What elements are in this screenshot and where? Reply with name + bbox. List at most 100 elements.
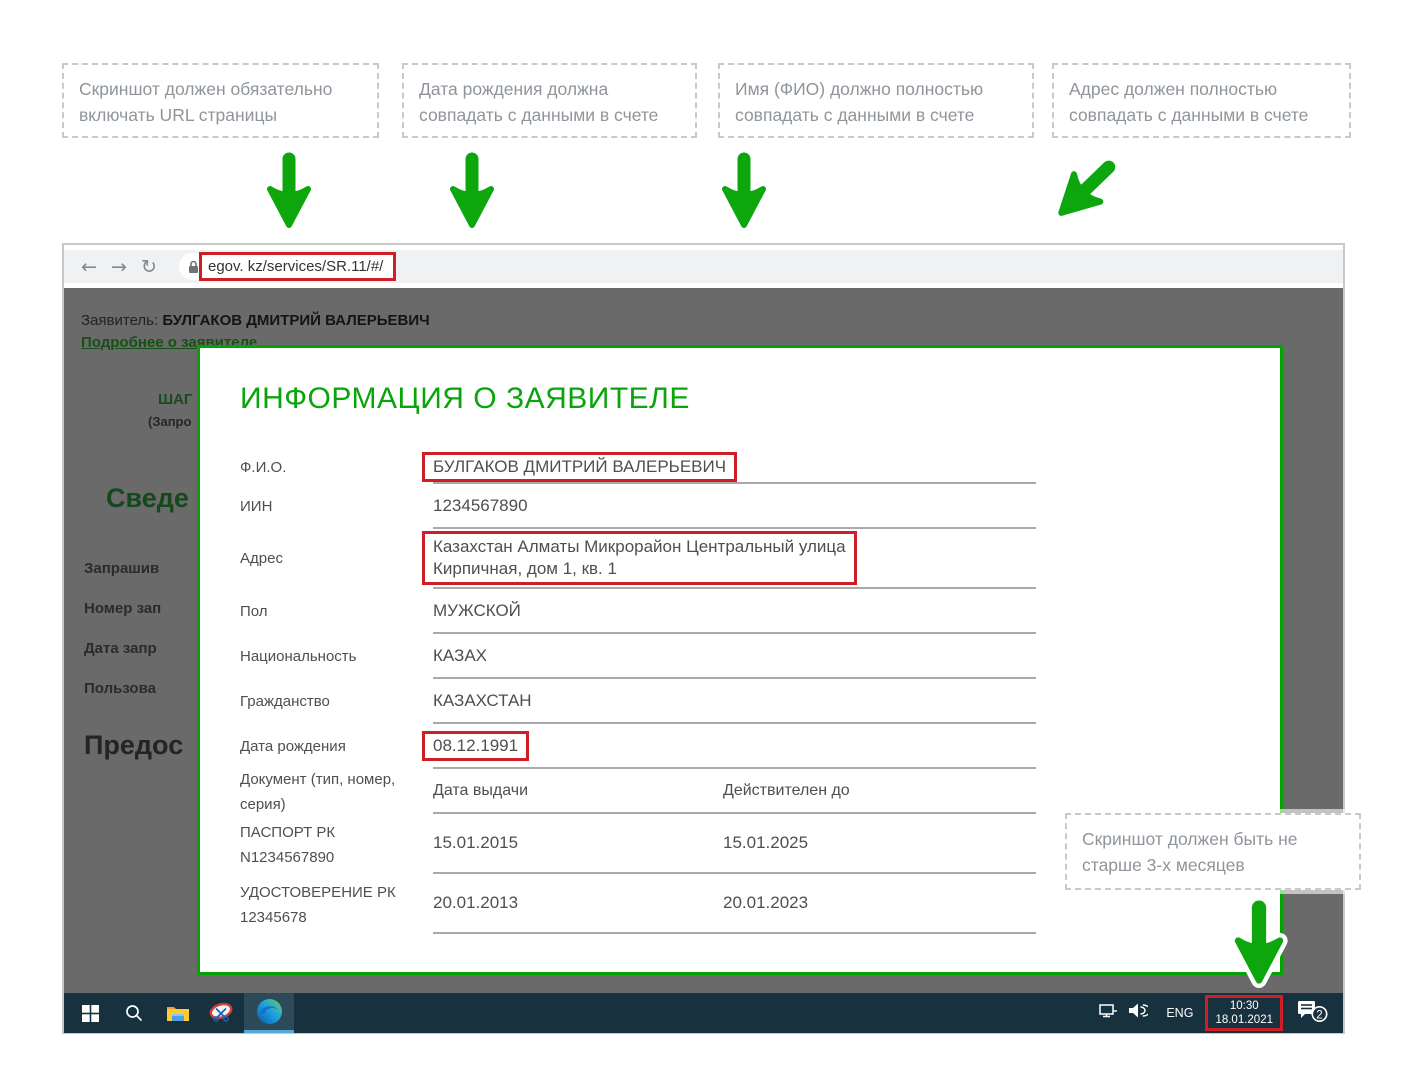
document-name: ПАСПОРТ РК bbox=[240, 824, 335, 841]
reload-icon[interactable]: ↻ bbox=[134, 256, 164, 278]
callout-url-text: Скриншот должен обязательно включать URL… bbox=[79, 79, 332, 125]
start-icon bbox=[82, 1005, 99, 1022]
edge-browser-button[interactable] bbox=[244, 993, 294, 1033]
network-tray-button[interactable] bbox=[1099, 1003, 1118, 1024]
applicant-line: Заявитель: БУЛГАКОВ ДМИТРИЙ ВАЛЕРЬЕВИЧ bbox=[81, 312, 430, 329]
volume-tray-button[interactable] bbox=[1128, 1002, 1148, 1024]
bg-row-label: Дата запр bbox=[84, 640, 157, 657]
document-number: N1234567890 bbox=[240, 849, 334, 866]
birthdate-highlight-box: 08.12.1991 bbox=[422, 731, 529, 761]
callout-address-requirement: Адрес должен полностью совпадать с данны… bbox=[1052, 63, 1351, 138]
documents-header-row: Документ (тип, номер, серия) Дата выдачи… bbox=[240, 769, 1036, 814]
callout-age-requirement: Скриншот должен быть не старше 3-х месяц… bbox=[1065, 813, 1361, 890]
tray-date: 18.01.2021 bbox=[1215, 1013, 1273, 1027]
field-label: Национальность bbox=[240, 634, 433, 679]
field-value: 1234567890 bbox=[433, 484, 1036, 529]
search-icon bbox=[125, 1004, 143, 1022]
callout-birthdate-requirement: Дата рождения должна совпадать с данными… bbox=[402, 63, 697, 138]
modal-title: ИНФОРМАЦИЯ О ЗАЯВИТЕЛЕ bbox=[240, 382, 1280, 416]
field-gender: Пол МУЖСКОЙ bbox=[240, 589, 1036, 634]
tray-time: 10:30 bbox=[1215, 999, 1273, 1013]
url-highlight-box: egov. kz/services/SR.11/#/ bbox=[199, 252, 396, 281]
field-label: ИИН bbox=[240, 484, 433, 529]
forward-icon[interactable]: → bbox=[104, 256, 134, 278]
notifications-icon: 2 bbox=[1295, 998, 1329, 1024]
green-diagonal-arrow-icon bbox=[1040, 146, 1130, 235]
edge-icon bbox=[256, 998, 283, 1025]
field-label: Пол bbox=[240, 589, 433, 634]
field-address: Адрес Казахстан Алматы Микрорайон Центра… bbox=[240, 529, 1036, 589]
address-bar[interactable]: egov. kz/services/SR.11/#/ bbox=[179, 253, 397, 280]
lock-icon bbox=[188, 260, 199, 274]
field-label: Гражданство bbox=[240, 679, 433, 724]
bg-step-heading: ШАГ bbox=[158, 391, 192, 408]
document-valid-until: 20.01.2023 bbox=[723, 893, 1036, 913]
notification-count: 2 bbox=[1316, 1009, 1322, 1021]
clock-highlight-box[interactable]: 10:30 18.01.2021 bbox=[1205, 995, 1283, 1031]
field-value: 08.12.1991 bbox=[433, 736, 518, 756]
file-explorer-button[interactable] bbox=[156, 993, 200, 1033]
field-iin: ИИН 1234567890 bbox=[240, 484, 1036, 529]
windows-taskbar: ENG 10:30 18.01.2021 2 bbox=[64, 993, 1343, 1033]
url-text[interactable]: egov. kz/services/SR.11/#/ bbox=[208, 258, 383, 275]
field-label: Адрес bbox=[240, 529, 433, 589]
address-highlight-box: Казахстан Алматы Микрорайон Центральный … bbox=[422, 531, 857, 585]
field-fio: Ф.И.О. БУЛГАКОВ ДМИТРИЙ ВАЛЕРЬЕВИЧ bbox=[240, 452, 1036, 484]
applicant-fields: Ф.И.О. БУЛГАКОВ ДМИТРИЙ ВАЛЕРЬЕВИЧ ИИН 1… bbox=[240, 452, 1036, 934]
annotated-screenshot: Скриншот должен обязательно включать URL… bbox=[0, 0, 1404, 1080]
browser-window: ← → ↻ egov. kz/services/SR.11/#/ Заявите… bbox=[62, 243, 1345, 1034]
system-tray: ENG 10:30 18.01.2021 2 bbox=[1099, 993, 1343, 1033]
field-label: Дата рождения bbox=[240, 724, 433, 769]
callout-name-requirement: Имя (ФИО) должно полностью совпадать с д… bbox=[718, 63, 1034, 138]
field-nationality: Национальность КАЗАХ bbox=[240, 634, 1036, 679]
taskbar-search-button[interactable] bbox=[112, 993, 156, 1033]
applicant-name: БУЛГАКОВ ДМИТРИЙ ВАЛЕРЬЕВИЧ bbox=[162, 312, 429, 329]
language-indicator[interactable]: ENG bbox=[1166, 1006, 1193, 1020]
green-down-arrow-icon bbox=[266, 152, 312, 232]
field-value: МУЖСКОЙ bbox=[433, 589, 1036, 634]
bg-step-note: (Запро bbox=[148, 414, 191, 429]
field-value-line: Кирпичная, дом 1, кв. 1 bbox=[433, 558, 846, 580]
back-icon[interactable]: ← bbox=[74, 256, 104, 278]
document-number: 12345678 bbox=[240, 909, 307, 926]
document-row-id-card: УДОСТОВЕРЕНИЕ РК 12345678 20.01.2013 20.… bbox=[240, 874, 1036, 934]
field-value: КАЗАХСТАН bbox=[433, 679, 1036, 724]
callout-url-requirement: Скриншот должен обязательно включать URL… bbox=[62, 63, 379, 138]
file-explorer-icon bbox=[166, 1004, 190, 1023]
callout-birthdate-text: Дата рождения должна совпадать с данными… bbox=[419, 79, 658, 125]
document-issued: 20.01.2013 bbox=[433, 893, 723, 913]
bg-section-heading-2: Предос bbox=[84, 730, 183, 761]
notifications-button[interactable]: 2 bbox=[1295, 998, 1329, 1029]
field-label: Ф.И.О. bbox=[240, 452, 433, 484]
fio-highlight-box: БУЛГАКОВ ДМИТРИЙ ВАЛЕРЬЕВИЧ bbox=[422, 452, 737, 482]
issue-date-column-header: Дата выдачи bbox=[433, 782, 723, 800]
field-value: БУЛГАКОВ ДМИТРИЙ ВАЛЕРЬЕВИЧ bbox=[433, 457, 726, 477]
callout-age-text: Скриншот должен быть не старше 3-х месяц… bbox=[1082, 829, 1297, 875]
bg-row-label: Номер зап bbox=[84, 600, 161, 617]
document-name: УДОСТОВЕРЕНИЕ РК bbox=[240, 884, 396, 901]
volume-icon bbox=[1128, 1002, 1148, 1019]
field-value: КАЗАХ bbox=[433, 634, 1036, 679]
document-row-passport: ПАСПОРТ РК N1234567890 15.01.2015 15.01.… bbox=[240, 814, 1036, 874]
green-down-arrow-outlined-icon bbox=[1233, 900, 1285, 988]
callout-address-text: Адрес должен полностью совпадать с данны… bbox=[1069, 79, 1308, 125]
snipping-tool-icon bbox=[209, 1002, 235, 1024]
bg-row-label: Запрашив bbox=[84, 560, 159, 577]
applicant-label: Заявитель: bbox=[81, 312, 158, 329]
bg-row-label: Пользова bbox=[84, 680, 156, 697]
start-button[interactable] bbox=[68, 993, 112, 1033]
green-down-arrow-icon bbox=[449, 152, 495, 232]
document-valid-until: 15.01.2025 bbox=[723, 833, 1036, 853]
browser-toolbar: ← → ↻ egov. kz/services/SR.11/#/ bbox=[64, 250, 1343, 283]
green-down-arrow-icon bbox=[721, 152, 767, 232]
field-citizenship: Гражданство КАЗАХСТАН bbox=[240, 679, 1036, 724]
network-icon bbox=[1099, 1003, 1118, 1019]
callout-name-text: Имя (ФИО) должно полностью совпадать с д… bbox=[735, 79, 983, 125]
valid-until-column-header: Действителен до bbox=[723, 782, 1036, 800]
bg-section-heading-1: Сведе bbox=[106, 483, 189, 514]
document-issued: 15.01.2015 bbox=[433, 833, 723, 853]
field-value-line: Казахстан Алматы Микрорайон Центральный … bbox=[433, 536, 846, 558]
snipping-tool-button[interactable] bbox=[200, 993, 244, 1033]
field-birthdate: Дата рождения 08.12.1991 bbox=[240, 724, 1036, 769]
documents-label: Документ (тип, номер, серия) bbox=[240, 769, 433, 814]
